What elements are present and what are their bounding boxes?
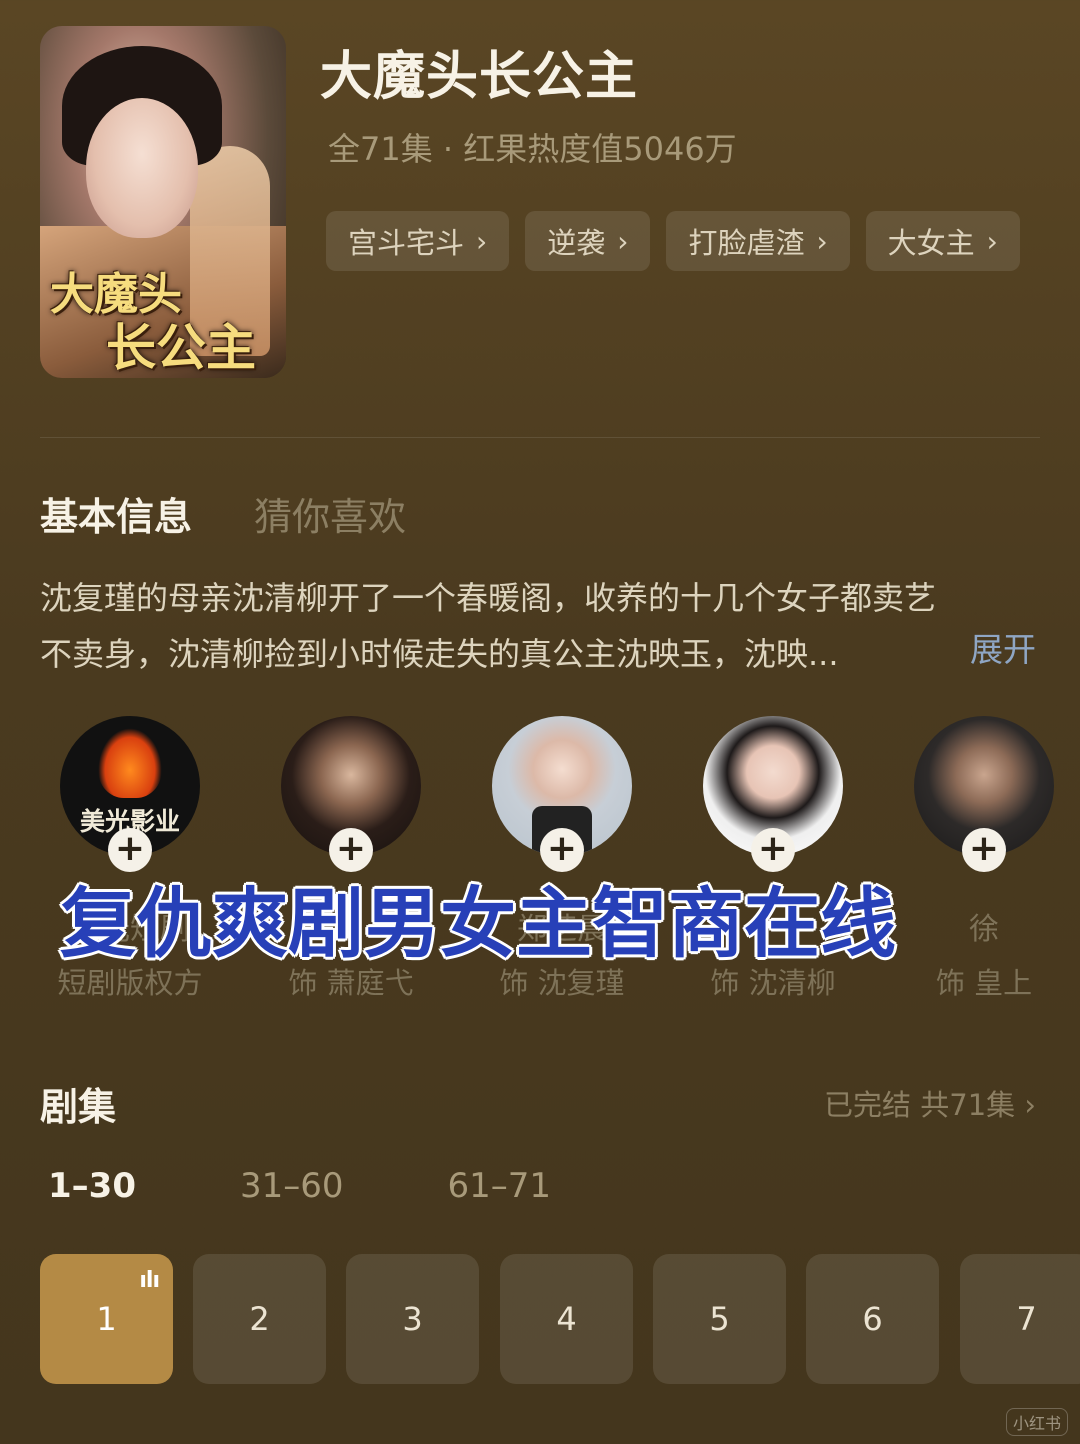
episode-number: 3 <box>402 1300 423 1338</box>
cast-name: 徐 <box>969 912 999 947</box>
description: 沈复瑾的母亲沈清柳开了一个春暖阁，收养的十几个女子都卖艺 不卖身，沈清柳捡到小时… <box>40 570 1040 682</box>
watermark: 小红书 <box>1005 1408 1068 1436</box>
drama-title: 大魔头长公主 <box>320 47 639 107</box>
episode-number: 6 <box>862 1300 883 1338</box>
follow-plus-icon[interactable]: + <box>962 828 1006 872</box>
tag-label: 逆袭 <box>547 226 606 260</box>
episode-button[interactable]: ılı 1 <box>40 1254 173 1384</box>
episode-button[interactable]: 3 <box>346 1254 479 1384</box>
tag-palace-intrigue[interactable]: 宫斗宅斗 › <box>326 211 510 271</box>
range-tab[interactable]: 1–30 <box>48 1166 136 1206</box>
episode-button[interactable]: 5 <box>653 1254 786 1384</box>
episode-range-tabs: 1–30 31–60 61–71 <box>48 1166 551 1206</box>
info-tabs: 基本信息 猜你喜欢 <box>40 486 406 541</box>
phoenix-icon <box>98 728 162 798</box>
chevron-right-icon: › <box>986 224 998 258</box>
tab-recommendations[interactable]: 猜你喜欢 <box>254 486 406 541</box>
episode-number: 7 <box>1016 1300 1037 1338</box>
chevron-right-icon: › <box>1024 1088 1036 1122</box>
cast-role: 饰 皇上 <box>935 966 1033 1000</box>
expand-link[interactable]: 展开 <box>970 623 1036 671</box>
episodes-title: 剧集 <box>40 1085 117 1129</box>
episode-button[interactable]: 2 <box>193 1254 326 1384</box>
chevron-right-icon: › <box>617 224 629 258</box>
range-tab[interactable]: 31–60 <box>240 1166 344 1206</box>
chevron-right-icon: › <box>816 224 828 258</box>
episode-button[interactable]: 7 <box>960 1254 1080 1384</box>
chevron-right-icon: › <box>476 224 488 258</box>
tag-label: 宫斗宅斗 <box>348 226 465 260</box>
tag-comeback[interactable]: 逆袭 › <box>525 211 651 271</box>
description-line: 不卖身，沈清柳捡到小时候走失的真公主沈映玉，沈映... <box>40 635 839 673</box>
tab-basic-info[interactable]: 基本信息 <box>40 486 192 541</box>
episode-number: 5 <box>709 1300 730 1338</box>
now-playing-icon: ılı <box>139 1268 160 1293</box>
section-divider <box>40 437 1040 438</box>
tag-list: 宫斗宅斗 › 逆袭 › 打脸虐渣 › 大女主 › <box>326 211 1020 271</box>
poster-title-line2: 长公主 <box>106 318 256 377</box>
range-tab[interactable]: 61–71 <box>448 1166 552 1206</box>
tag-label: 打脸虐渣 <box>688 226 805 260</box>
drama-meta: 全71集 · 红果热度值5046万 <box>328 130 737 168</box>
episodes-status-link[interactable]: 已完结 共71集 › <box>824 1082 1036 1124</box>
episode-button[interactable]: 6 <box>806 1254 939 1384</box>
episode-grid: ılı 1 2 3 4 5 6 7 <box>40 1254 1080 1384</box>
episode-number: 1 <box>96 1300 117 1338</box>
episode-button[interactable]: 4 <box>500 1254 633 1384</box>
tag-label: 大女主 <box>887 226 975 260</box>
tag-face-slap[interactable]: 打脸虐渣 › <box>666 211 850 271</box>
drama-poster[interactable]: 大魔头 长公主 <box>40 26 286 378</box>
overlay-caption: 复仇爽剧男女主智商在线 <box>60 879 896 968</box>
description-line: 沈复瑾的母亲沈清柳开了一个春暖阁，收养的十几个女子都卖艺 <box>40 579 937 617</box>
poster-face <box>86 98 198 238</box>
episodes-status: 已完结 共71集 <box>824 1088 1016 1122</box>
episode-number: 4 <box>556 1300 577 1338</box>
episode-number: 2 <box>249 1300 270 1338</box>
tag-female-lead[interactable]: 大女主 › <box>865 211 1020 271</box>
